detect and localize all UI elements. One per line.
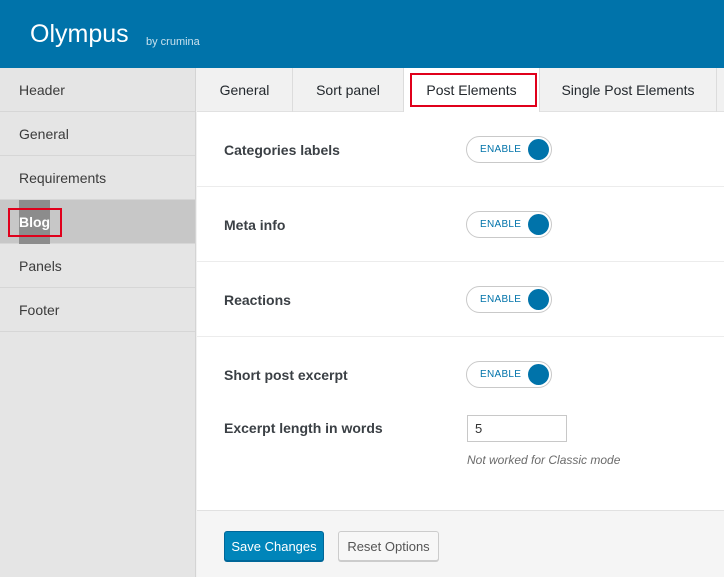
option-label: Meta info [224,217,286,233]
tab-label: General [219,82,270,98]
tab-label: Single Post Elements [561,82,695,98]
tab-sort-panel[interactable]: Sort panel [293,68,404,112]
toggle-state-text: ENABLE [480,144,522,155]
option-label: Short post excerpt [224,367,348,383]
option-label: Reactions [224,292,291,308]
tab-single-post-elements[interactable]: Single Post Elements [540,68,717,112]
toggle-state-text: ENABLE [480,369,522,380]
toggle-state-text: ENABLE [480,294,522,305]
app-byline: by crumina [146,36,200,48]
short-post-excerpt-toggle[interactable]: ENABLE [466,361,552,388]
sidebar-item-label: Footer [19,302,60,318]
tab-general[interactable]: General [197,68,293,112]
sidebar-item-footer[interactable]: Footer [0,288,195,332]
option-row-categories-labels: Categories labels ENABLE [197,112,724,187]
categories-labels-toggle[interactable]: ENABLE [466,136,552,163]
sidebar-item-blog[interactable]: Blog [0,200,195,244]
sidebar-item-label: General [19,126,69,142]
sidebar-item-label: Panels [19,258,62,274]
option-label: Categories labels [224,142,340,158]
sidebar-item-panels[interactable]: Panels [0,244,195,288]
toggle-knob [528,364,549,385]
option-row-reactions: Reactions ENABLE [197,262,724,337]
sidebar-item-label: Header [19,82,65,98]
app-title: Olympus [30,20,129,48]
toggle-knob [528,289,549,310]
toggle-knob [528,214,549,235]
highlight-box [8,208,62,237]
toggle-state-text: ENABLE [480,219,522,230]
sidebar-item-label: Requirements [19,170,107,186]
sidebar-item-requirements[interactable]: Requirements [0,156,195,200]
excerpt-length-input[interactable] [467,415,567,442]
reactions-toggle[interactable]: ENABLE [466,286,552,313]
option-row-excerpt: Short post excerpt ENABLE Excerpt length… [197,337,724,510]
sidebar-item-header[interactable]: Header [0,68,195,112]
top-header: Olympus by crumina [0,0,724,68]
form-actions: Save Changes Reset Options [197,510,724,577]
save-changes-button[interactable]: Save Changes [224,531,324,561]
option-row-meta-info: Meta info ENABLE [197,187,724,262]
option-label: Excerpt length in words [224,420,383,436]
sidebar-item-general[interactable]: General [0,112,195,156]
excerpt-length-hint: Not worked for Classic mode [467,453,621,467]
meta-info-toggle[interactable]: ENABLE [466,211,552,238]
toggle-knob [528,139,549,160]
settings-panel: Categories labels ENABLE Meta info ENABL… [197,112,724,510]
reset-options-button[interactable]: Reset Options [338,531,439,561]
highlight-box [410,73,537,107]
tab-label: Sort panel [316,82,380,98]
sidebar: Header General Requirements Blog Panels … [0,68,196,577]
